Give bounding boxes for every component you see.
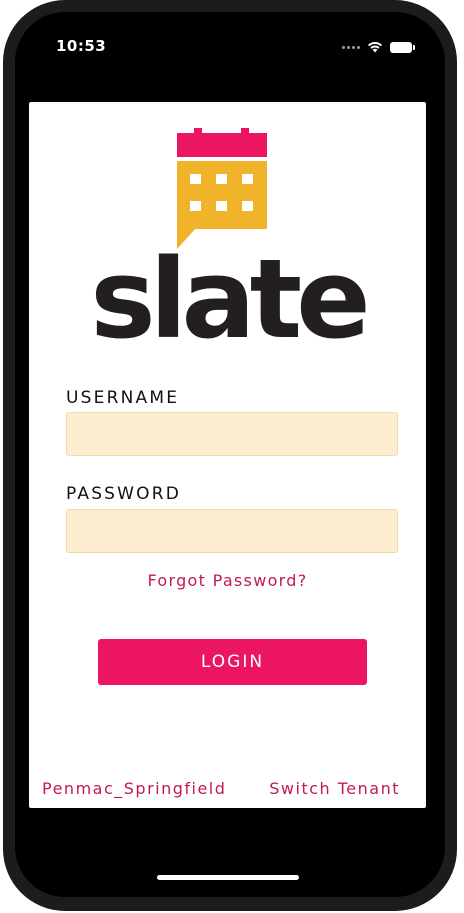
wifi-icon bbox=[368, 42, 382, 53]
forgot-password-link[interactable]: Forgot Password? bbox=[29, 571, 426, 590]
status-bar: 10:53 bbox=[56, 36, 415, 60]
brand-wordmark: slate bbox=[90, 235, 371, 363]
username-label: USERNAME bbox=[66, 388, 180, 408]
login-button[interactable]: LOGIN bbox=[98, 639, 367, 685]
password-label: PASSWORD bbox=[66, 484, 182, 504]
username-input[interactable] bbox=[66, 412, 398, 456]
status-icons bbox=[342, 38, 415, 56]
cellular-signal-icon bbox=[342, 45, 360, 49]
battery-icon bbox=[390, 41, 415, 53]
password-input[interactable] bbox=[66, 509, 398, 553]
status-time: 10:53 bbox=[56, 37, 107, 55]
tenant-name-link[interactable]: Penmac_Springfield bbox=[42, 779, 226, 798]
home-indicator[interactable] bbox=[157, 875, 299, 880]
switch-tenant-link[interactable]: Switch Tenant bbox=[269, 779, 400, 798]
app-screen: slate USERNAME PASSWORD Forgot Password?… bbox=[29, 102, 426, 808]
